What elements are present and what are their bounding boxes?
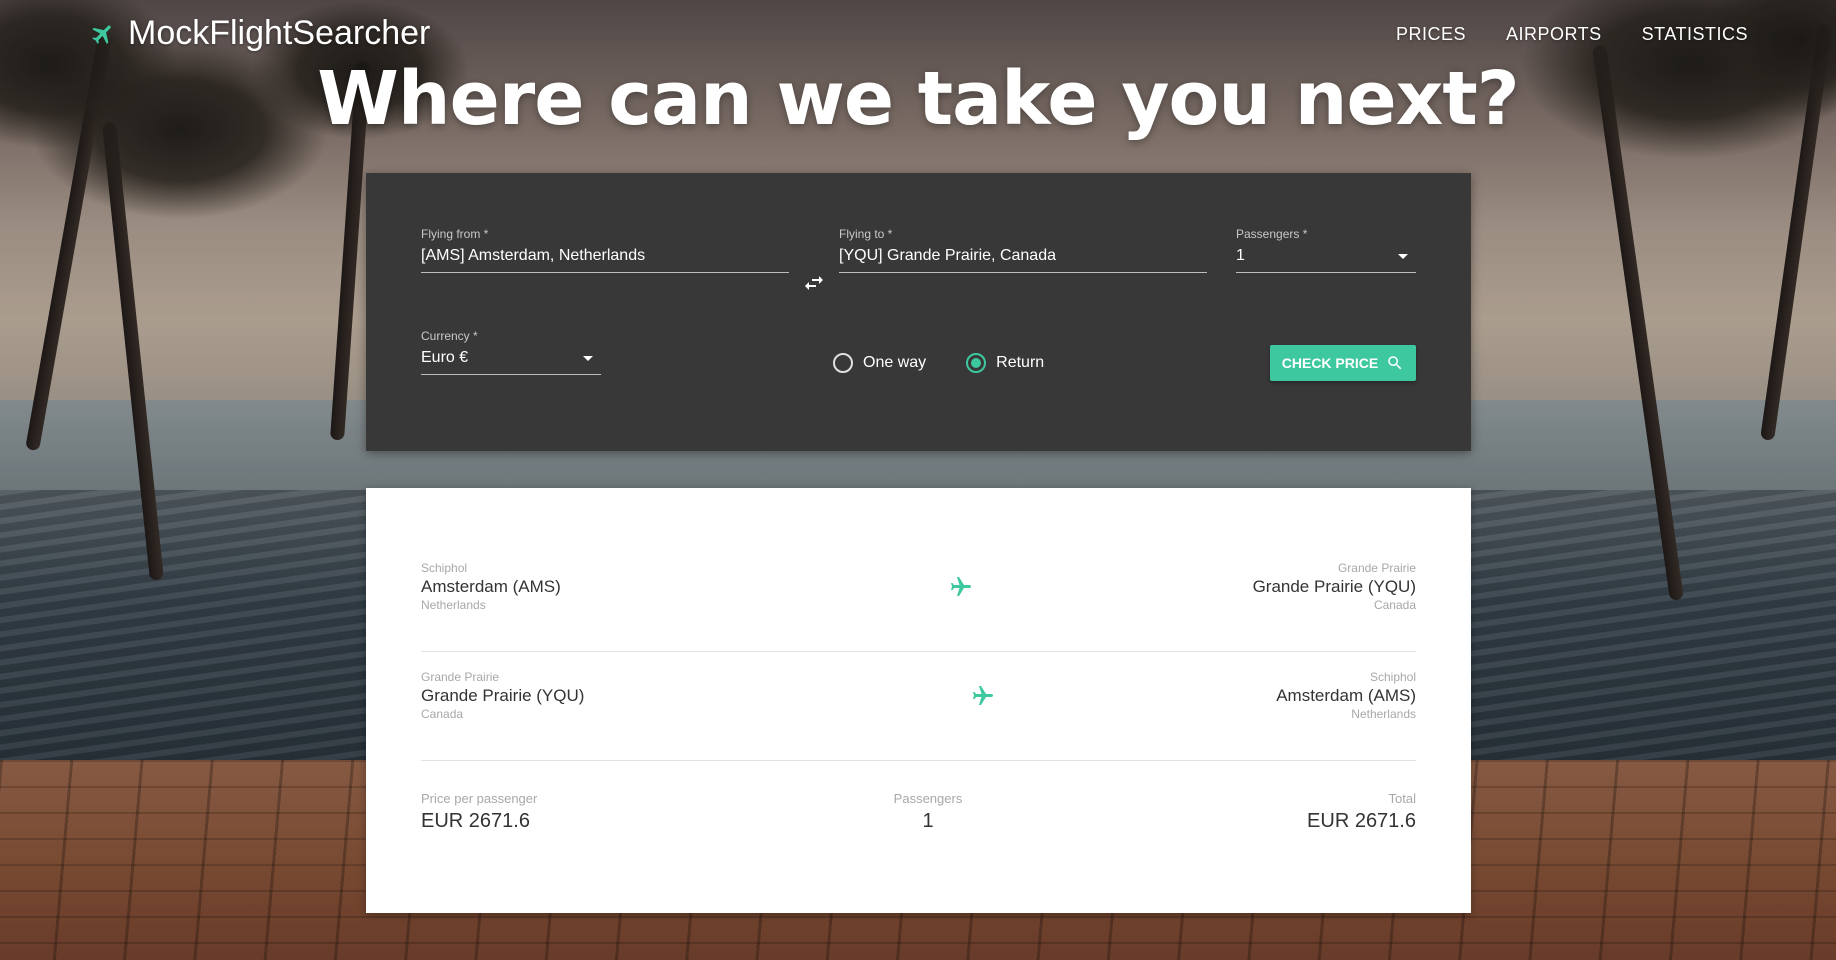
flying-to-field[interactable]: Flying to * [YQU] Grande Prairie, Canada bbox=[839, 227, 1207, 273]
currency-field[interactable]: Currency * Euro € bbox=[421, 329, 601, 375]
airport-city: Amsterdam (AMS) bbox=[1276, 686, 1416, 705]
airport-name: Schiphol bbox=[1369, 670, 1416, 684]
airport-name: Grande Prairie bbox=[421, 670, 500, 684]
airplane-icon bbox=[951, 577, 971, 596]
swap-arrows-icon[interactable] bbox=[802, 271, 826, 295]
search-icon bbox=[1388, 356, 1402, 370]
airport-name: Grande Prairie bbox=[1337, 561, 1416, 575]
airplane-icon bbox=[92, 24, 111, 44]
search-form: Flying from * [AMS] Amsterdam, Netherlan… bbox=[366, 173, 1471, 451]
brand-logo[interactable]: MockFlightSearcher bbox=[90, 14, 430, 53]
total-price-label: Total bbox=[1388, 791, 1416, 806]
passengers-selected-value: 1 bbox=[1236, 247, 1245, 264]
trip-type-radio-group: One way Return bbox=[833, 353, 1044, 373]
radio-circle[interactable] bbox=[833, 353, 853, 373]
total-price-value: EUR 2671.6 bbox=[1307, 810, 1416, 832]
airport-country: Canada bbox=[421, 707, 464, 721]
airplane-icon bbox=[973, 686, 993, 705]
airport-city: Grande Prairie (YQU) bbox=[421, 686, 585, 705]
radio-return[interactable]: Return bbox=[966, 353, 1044, 373]
passengers-field[interactable]: Passengers * 1 bbox=[1236, 227, 1416, 273]
destination-airport: Schiphol Amsterdam (AMS) Netherlands bbox=[1276, 670, 1416, 722]
main-nav: PRICES AIRPORTS STATISTICS bbox=[1396, 24, 1748, 45]
airport-country: Canada bbox=[1373, 598, 1416, 612]
passenger-count-label: Passengers bbox=[893, 791, 963, 806]
nav-prices[interactable]: PRICES bbox=[1396, 24, 1466, 45]
radio-one-way[interactable]: One way bbox=[833, 353, 926, 373]
airport-city: Amsterdam (AMS) bbox=[421, 577, 561, 596]
brand-name: MockFlightSearcher bbox=[128, 14, 431, 52]
currency-select[interactable]: Euro € bbox=[421, 349, 601, 375]
flying-to-input[interactable]: [YQU] Grande Prairie, Canada bbox=[839, 247, 1207, 273]
currency-selected-value: Euro € bbox=[421, 349, 469, 366]
flying-from-input[interactable]: [AMS] Amsterdam, Netherlands bbox=[421, 247, 789, 273]
passenger-count-value: 1 bbox=[922, 810, 934, 832]
price-result-card: Schiphol Amsterdam (AMS) Netherlands Gra… bbox=[366, 488, 1471, 913]
price-per-passenger: Price per passenger EUR 2671.6 bbox=[421, 790, 537, 835]
airport-name: Schiphol bbox=[421, 561, 468, 575]
outbound-flight-leg: Schiphol Amsterdam (AMS) Netherlands Gra… bbox=[421, 543, 1416, 652]
currency-label: Currency * bbox=[421, 329, 478, 343]
radio-circle[interactable] bbox=[966, 353, 987, 373]
nav-statistics[interactable]: STATISTICS bbox=[1642, 24, 1748, 45]
return-flight-leg: Grande Prairie Grande Prairie (YQU) Cana… bbox=[421, 652, 1416, 761]
dropdown-arrow-icon bbox=[1398, 254, 1408, 259]
check-price-label: CHECK PRICE bbox=[1281, 355, 1379, 371]
nav-airports[interactable]: AIRPORTS bbox=[1506, 24, 1602, 45]
destination-airport: Grande Prairie Grande Prairie (YQU) Cana… bbox=[1253, 561, 1416, 613]
passenger-count: Passengers 1 bbox=[893, 790, 963, 835]
total-price: Total EUR 2671.6 bbox=[1307, 790, 1416, 835]
passengers-select[interactable]: 1 bbox=[1236, 247, 1416, 273]
origin-airport: Grande Prairie Grande Prairie (YQU) Cana… bbox=[421, 670, 584, 722]
check-price-button[interactable]: CHECK PRICE bbox=[1270, 345, 1416, 381]
radio-return-label: Return bbox=[996, 354, 1045, 371]
flying-from-field[interactable]: Flying from * [AMS] Amsterdam, Netherlan… bbox=[421, 227, 789, 273]
origin-airport: Schiphol Amsterdam (AMS) Netherlands bbox=[421, 561, 561, 613]
radio-one-way-label: One way bbox=[863, 354, 927, 371]
price-per-passenger-value: EUR 2671.6 bbox=[421, 810, 530, 832]
passengers-label: Passengers * bbox=[1236, 227, 1308, 241]
dropdown-arrow-icon bbox=[583, 356, 593, 361]
flying-from-label: Flying from * bbox=[421, 227, 489, 241]
flying-to-label: Flying to * bbox=[839, 227, 893, 241]
airport-country: Netherlands bbox=[421, 598, 486, 612]
airport-city: Grande Prairie (YQU) bbox=[1252, 577, 1416, 596]
price-summary: Price per passenger EUR 2671.6 Passenger… bbox=[421, 790, 1416, 850]
hero-title: Where can we take you next? bbox=[317, 56, 1519, 142]
airport-country: Netherlands bbox=[1351, 707, 1416, 721]
price-per-passenger-label: Price per passenger bbox=[421, 791, 538, 806]
